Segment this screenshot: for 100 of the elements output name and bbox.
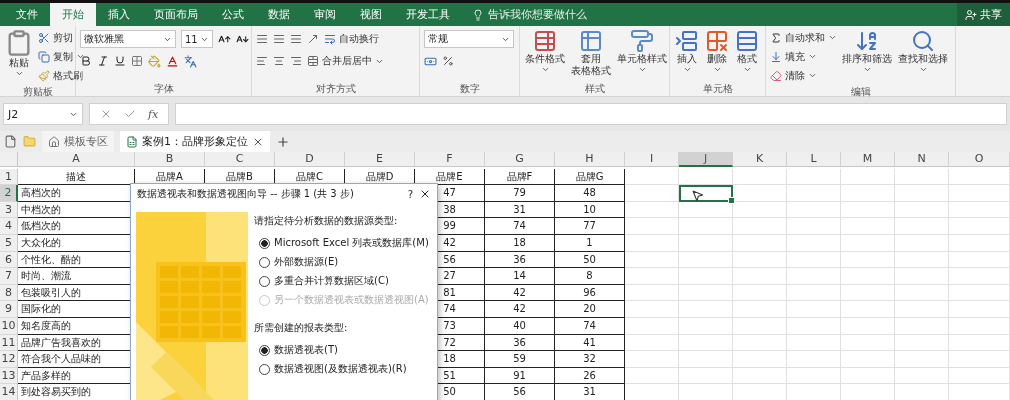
close-icon[interactable] — [419, 188, 431, 200]
menu-tab[interactable]: 审阅 — [302, 3, 348, 26]
empty-cell — [949, 367, 1010, 385]
paste-button[interactable]: 粘贴 — [4, 29, 34, 78]
group-label: 样式 — [583, 82, 606, 96]
italic-icon[interactable] — [97, 55, 109, 67]
menu-tab[interactable]: 数据 — [256, 3, 302, 26]
radio-button[interactable] — [259, 237, 270, 249]
empty-cell — [625, 284, 679, 302]
empty-cell — [787, 284, 841, 302]
tab-label: 模板专区 — [64, 134, 108, 149]
menu-tab[interactable]: 视图 — [348, 3, 394, 26]
format-painter-button[interactable]: 格式刷 — [38, 67, 85, 84]
empty-cell — [733, 218, 787, 235]
autosum-button[interactable]: 自动求和 — [770, 29, 837, 46]
caret-icon — [808, 71, 817, 80]
align-center-icon[interactable] — [273, 55, 285, 67]
menu-tab[interactable]: 文件 — [4, 3, 50, 26]
align-bottom-icon[interactable] — [290, 33, 302, 45]
radio-button[interactable] — [259, 363, 270, 375]
empty-cell — [625, 317, 679, 335]
table-cell: 41 — [555, 334, 625, 352]
align-right-icon[interactable] — [290, 55, 302, 67]
tell-me-search[interactable]: 告诉我你想要做什么 — [462, 3, 597, 26]
document-tab[interactable]: 模板专区 — [42, 131, 114, 152]
user-icon — [965, 8, 977, 21]
menu-tab[interactable]: 开发工具 — [394, 3, 462, 26]
empty-cell — [895, 218, 949, 235]
phonetic-icon[interactable] — [184, 54, 197, 68]
cancel-icon[interactable] — [100, 108, 112, 120]
row-number: 9 — [0, 301, 18, 318]
new-file-icon[interactable] — [4, 135, 17, 148]
document-tab[interactable]: 案例1：品牌形象定位 — [120, 131, 270, 152]
font-size-dropdown[interactable]: 11 — [181, 30, 213, 48]
insert-function-button[interactable]: fx — [148, 107, 159, 121]
align-middle-icon[interactable] — [273, 33, 285, 45]
caret-icon — [808, 52, 817, 61]
table-cell: 31 — [555, 384, 625, 400]
conditional-format-button[interactable]: 条件格式 — [524, 29, 566, 74]
empty-cell — [679, 301, 733, 318]
table-format-button[interactable]: 套用 表格格式 — [570, 29, 612, 77]
add-tab-icon[interactable] — [276, 134, 290, 149]
name-box[interactable]: J2 — [3, 103, 83, 125]
share-button[interactable]: 共享 — [957, 3, 1010, 26]
radio-button[interactable] — [259, 275, 270, 287]
empty-cell — [895, 317, 949, 335]
group-label: 数字 — [458, 82, 481, 96]
merge-center-button[interactable]: 合并后居中 — [307, 52, 384, 70]
table-cell: 14 — [485, 268, 555, 285]
empty-cell — [733, 185, 787, 202]
border-icon[interactable] — [131, 55, 143, 67]
insert-rows-icon — [675, 29, 699, 53]
find-select-button[interactable]: 查找和选择 — [897, 29, 949, 74]
fill-button[interactable]: 填充 — [770, 48, 837, 65]
empty-cell — [787, 218, 841, 235]
font-name-dropdown[interactable]: 微软雅黑 — [80, 30, 176, 48]
format-button[interactable]: 格式 — [734, 29, 760, 74]
table-cell: 品牌F — [485, 168, 555, 186]
table-cell: 77 — [555, 218, 625, 235]
radio-button[interactable] — [259, 344, 270, 356]
clear-button[interactable]: 清除 — [770, 67, 837, 84]
cell-styles-button[interactable]: 单元格样式 — [616, 29, 668, 74]
delete-button[interactable]: 删除 — [704, 29, 730, 74]
align-top-icon[interactable] — [256, 33, 268, 45]
house-icon — [48, 135, 60, 148]
menu-tab[interactable]: 开始 — [50, 3, 96, 26]
menu-tab[interactable]: 插入 — [96, 3, 142, 26]
empty-cell — [895, 367, 949, 385]
orientation-icon[interactable] — [307, 33, 319, 45]
radio-button[interactable] — [259, 256, 270, 268]
spreadsheet-icon — [126, 135, 138, 148]
table-cell: 50 — [555, 251, 625, 269]
table-icon — [533, 29, 557, 53]
menu-tab[interactable]: 页面布局 — [142, 3, 210, 26]
insert-button[interactable]: 插入 — [674, 29, 700, 74]
column-header: J — [679, 152, 733, 167]
formula-input[interactable] — [175, 103, 1007, 125]
fill-handle[interactable] — [728, 196, 735, 204]
empty-cell — [841, 301, 895, 318]
caret-icon — [828, 33, 837, 42]
underline-icon[interactable] — [114, 55, 126, 67]
bold-icon[interactable] — [80, 55, 92, 67]
selected-cell[interactable] — [679, 185, 733, 202]
table-cell: 91 — [485, 367, 555, 385]
font-color-icon[interactable] — [166, 54, 179, 68]
align-left-icon[interactable] — [256, 55, 268, 67]
empty-cell — [949, 351, 1010, 368]
menu-tab[interactable]: 公式 — [210, 3, 256, 26]
empty-cell — [949, 185, 1010, 202]
help-button[interactable]: ? — [407, 188, 413, 200]
empty-cell — [787, 317, 841, 335]
enter-icon[interactable] — [124, 108, 136, 120]
empty-cell — [841, 268, 895, 285]
copy-button[interactable]: 复制 — [38, 48, 85, 65]
sort-filter-button[interactable]: 排序和筛选 — [841, 29, 893, 74]
number-format-dropdown[interactable]: 常规 — [424, 30, 514, 48]
wrap-text-button[interactable]: 自动换行 — [324, 30, 379, 48]
empty-cell — [733, 268, 787, 285]
empty-cell — [841, 185, 895, 202]
percent-icon[interactable] — [442, 55, 454, 67]
